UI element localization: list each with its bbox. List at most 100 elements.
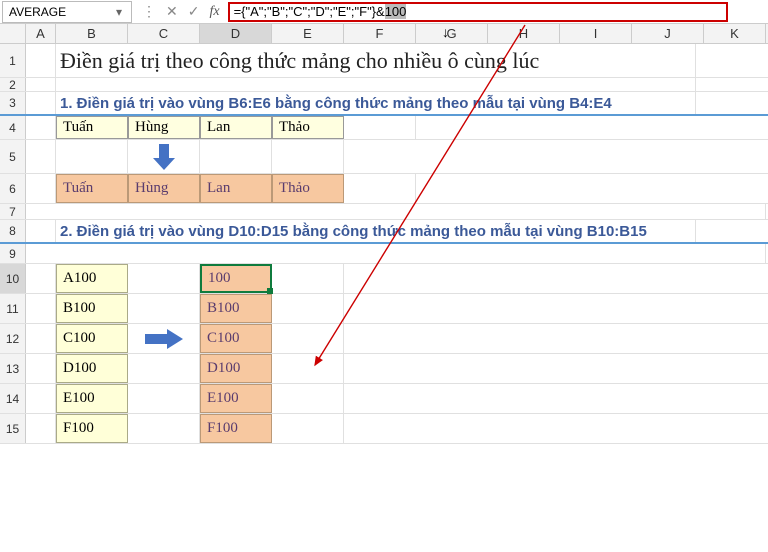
cell-D4[interactable]: Lan <box>200 116 272 139</box>
col-header-C[interactable]: C <box>128 24 200 43</box>
row-3: 3 1. Điền giá trị vào vùng B6:E6 bằng cô… <box>0 92 768 116</box>
formula-bar: AVERAGE ▾ ⋮ ✕ ✓ fx ={"A";"B";"C";"D";"E"… <box>0 0 768 24</box>
row-11: 11 B100 B100 <box>0 294 768 324</box>
cell-C11[interactable] <box>128 294 200 323</box>
col-header-H[interactable]: H <box>488 24 560 43</box>
cell-D5[interactable] <box>200 140 272 173</box>
cell-C10[interactable] <box>128 264 200 293</box>
cell-B10[interactable]: A100 <box>56 264 128 293</box>
cell-D6[interactable]: Lan <box>200 174 272 203</box>
col-header-K[interactable]: K <box>704 24 766 43</box>
cell-A11[interactable] <box>26 294 56 323</box>
row-13: 13 D100 D100 <box>0 354 768 384</box>
row-header-8[interactable]: 8 <box>0 220 26 242</box>
col-header-D[interactable]: D <box>200 24 272 43</box>
section-2-heading: 2. Điền giá trị vào vùng D10:D15 bằng cô… <box>60 223 647 240</box>
cell-B3[interactable]: 1. Điền giá trị vào vùng B6:E6 bằng công… <box>56 92 696 114</box>
cell-A15[interactable] <box>26 414 56 443</box>
col-header-J[interactable]: J <box>632 24 704 43</box>
fx-icon[interactable]: fx <box>209 4 219 20</box>
name-box-dropdown-icon[interactable]: ▾ <box>113 5 125 19</box>
cell-D15[interactable]: F100 <box>200 414 272 443</box>
row-header-13[interactable]: 13 <box>0 354 26 383</box>
cell-C12[interactable] <box>128 324 200 353</box>
cell-B2[interactable] <box>56 78 696 91</box>
row-header-3[interactable]: 3 <box>0 92 26 114</box>
cell-C6[interactable]: Hùng <box>128 174 200 203</box>
cell-E4[interactable]: Thảo <box>272 116 344 139</box>
row-6: 6 Tuấn Hùng Lan Thảo <box>0 174 768 204</box>
cancel-icon[interactable]: ✕ <box>166 3 178 20</box>
cell-B8[interactable]: 2. Điền giá trị vào vùng D10:D15 bằng cô… <box>56 220 696 242</box>
row-header-9[interactable]: 9 <box>0 244 26 263</box>
formula-prefix: ={"A";"B";"C";"D";"E";"F"}& <box>234 4 385 19</box>
cell-A13[interactable] <box>26 354 56 383</box>
cell-D11[interactable]: B100 <box>200 294 272 323</box>
cell-A6[interactable] <box>26 174 56 203</box>
formula-bar-controls: ⋮ ✕ ✓ fx <box>134 3 228 20</box>
cell-B14[interactable]: E100 <box>56 384 128 413</box>
cell-B12[interactable]: C100 <box>56 324 128 353</box>
cell-A1[interactable] <box>26 44 56 77</box>
cell-D14[interactable]: E100 <box>200 384 272 413</box>
cell-D12[interactable]: C100 <box>200 324 272 353</box>
cell-B13[interactable]: D100 <box>56 354 128 383</box>
col-header-A[interactable]: A <box>26 24 56 43</box>
cell-B11[interactable]: B100 <box>56 294 128 323</box>
cell-C13[interactable] <box>128 354 200 383</box>
cell-A5[interactable] <box>26 140 56 173</box>
cell-D13[interactable]: D100 <box>200 354 272 383</box>
cell-B4[interactable]: Tuấn <box>56 116 128 139</box>
cell-D10[interactable]: 100 <box>200 264 272 293</box>
row-header-12[interactable]: 12 <box>0 324 26 353</box>
cell-B1[interactable]: Điền giá trị theo công thức mảng cho nhi… <box>56 44 696 77</box>
cell-A8[interactable] <box>26 220 56 242</box>
row-header-1[interactable]: 1 <box>0 44 26 77</box>
col-header-G[interactable]: G <box>416 24 488 43</box>
cell-E15[interactable] <box>272 414 344 443</box>
select-all-corner[interactable] <box>0 24 26 43</box>
cell-E10[interactable] <box>272 264 344 293</box>
col-header-I[interactable]: I <box>560 24 632 43</box>
row-header-4[interactable]: 4 <box>0 116 26 139</box>
cell-E11[interactable] <box>272 294 344 323</box>
cell-C15[interactable] <box>128 414 200 443</box>
cell-C14[interactable] <box>128 384 200 413</box>
cell-A12[interactable] <box>26 324 56 353</box>
row-header-10[interactable]: 10 <box>0 264 26 293</box>
cell-E12[interactable] <box>272 324 344 353</box>
row-header-15[interactable]: 15 <box>0 414 26 443</box>
cell-B5[interactable] <box>56 140 128 173</box>
cell-A3[interactable] <box>26 92 56 114</box>
cell-A9[interactable] <box>26 244 766 263</box>
row-header-5[interactable]: 5 <box>0 140 26 173</box>
row-header-14[interactable]: 14 <box>0 384 26 413</box>
row-header-11[interactable]: 11 <box>0 294 26 323</box>
formula-input[interactable]: ={"A";"B";"C";"D";"E";"F"}&100 <box>228 2 728 22</box>
cell-A7[interactable] <box>26 204 766 219</box>
cell-A4[interactable] <box>26 116 56 139</box>
row-header-2[interactable]: 2 <box>0 78 26 91</box>
cell-E14[interactable] <box>272 384 344 413</box>
name-box[interactable]: AVERAGE ▾ <box>2 1 132 23</box>
cell-E13[interactable] <box>272 354 344 383</box>
cell-C4[interactable]: Hùng <box>128 116 200 139</box>
row-14: 14 E100 E100 <box>0 384 768 414</box>
cell-E6[interactable]: Thảo <box>272 174 344 203</box>
col-header-E[interactable]: E <box>272 24 344 43</box>
cell-A2[interactable] <box>26 78 56 91</box>
row-header-7[interactable]: 7 <box>0 204 26 219</box>
col-header-B[interactable]: B <box>56 24 128 43</box>
cell-A10[interactable] <box>26 264 56 293</box>
row-header-6[interactable]: 6 <box>0 174 26 203</box>
cell-E5[interactable] <box>272 140 344 173</box>
cell-B6[interactable]: Tuấn <box>56 174 128 203</box>
cell-C5[interactable] <box>128 140 200 173</box>
cell-B15[interactable]: F100 <box>56 414 128 443</box>
expand-icon[interactable]: ⋮ <box>142 3 156 20</box>
cell-F6[interactable] <box>344 174 416 203</box>
col-header-F[interactable]: F <box>344 24 416 43</box>
confirm-icon[interactable]: ✓ <box>188 3 200 20</box>
cell-A14[interactable] <box>26 384 56 413</box>
cell-F4[interactable] <box>344 116 416 139</box>
